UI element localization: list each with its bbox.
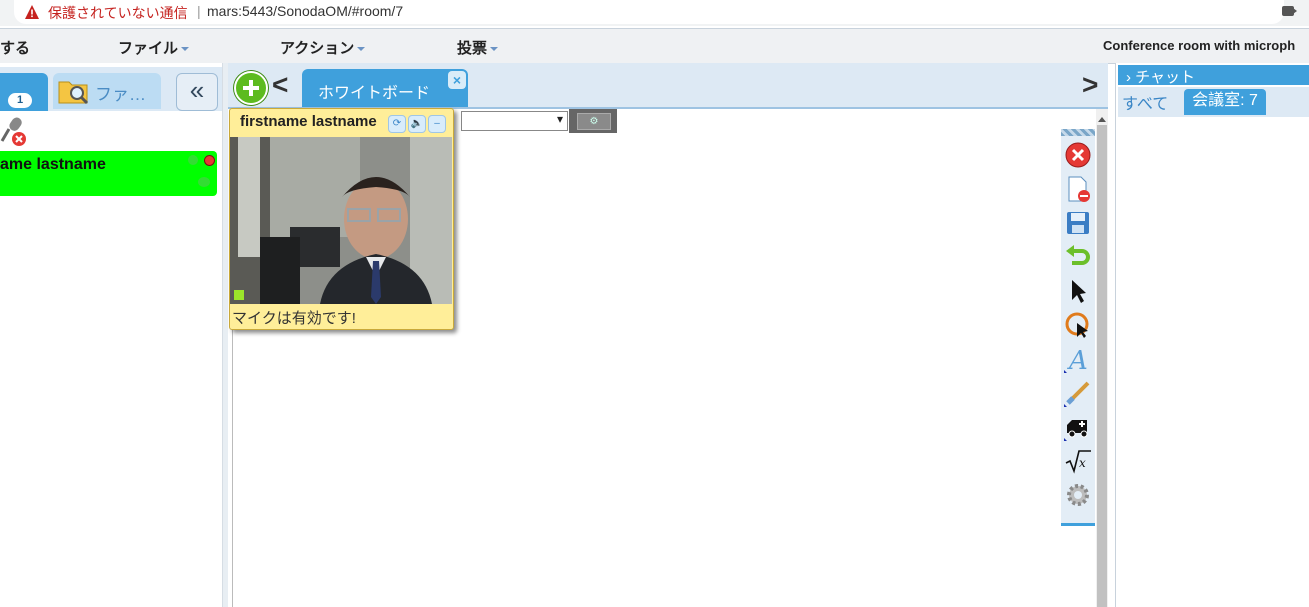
security-warning: 保護されていない通信 bbox=[48, 5, 188, 21]
refresh-video-button[interactable]: ⟳ bbox=[388, 115, 406, 133]
warning-icon[interactable] bbox=[24, 4, 40, 20]
video-window[interactable]: firstname lastname ⟳ 🔈 – マイクは有効です! bbox=[229, 108, 454, 330]
menu-file[interactable]: ファイル bbox=[118, 37, 190, 58]
whiteboard-tab-label: ホワイトボード bbox=[318, 85, 431, 102]
mic-status: マイクは有効です! bbox=[232, 310, 356, 327]
next-tab-button[interactable]: > bbox=[1082, 69, 1098, 101]
menu-bar: する ファイル アクション 投票 Conference room with mi… bbox=[0, 28, 1309, 64]
left-panel: 1 ファ… « ame lastname bbox=[0, 63, 223, 607]
volume-button[interactable]: 🔈 bbox=[408, 115, 426, 133]
tab-users[interactable]: 1 bbox=[0, 73, 48, 111]
menu-action-label: アクション bbox=[280, 40, 355, 57]
tab-files[interactable]: ファ… bbox=[53, 73, 161, 109]
pointer-circle-icon[interactable] bbox=[1064, 311, 1092, 339]
canvas-options: ⚙ bbox=[569, 109, 617, 133]
webcam-video bbox=[230, 137, 452, 304]
tab-whiteboard[interactable]: ホワイトボード bbox=[302, 69, 468, 107]
menu-file-label: ファイル bbox=[118, 40, 179, 57]
tab-chat-all[interactable]: すべて bbox=[1122, 90, 1168, 114]
chevron-down-icon bbox=[181, 47, 190, 55]
vertical-scrollbar[interactable] bbox=[1096, 109, 1108, 607]
menu-action[interactable]: アクション bbox=[280, 37, 366, 58]
files-tab-label: ファ… bbox=[95, 85, 146, 104]
settings-icon[interactable] bbox=[1064, 481, 1092, 509]
tab-chat-room[interactable]: 会議室: 7 bbox=[1184, 89, 1266, 115]
whiteboard-toolbar: A x bbox=[1061, 129, 1095, 526]
user-list-item[interactable]: ame lastname bbox=[0, 151, 217, 196]
chat-tabs: すべて 会議室: 7 bbox=[1118, 87, 1309, 117]
url-pill[interactable] bbox=[14, 0, 1284, 24]
brush-icon[interactable] bbox=[1064, 379, 1092, 407]
user-name: ame lastname bbox=[0, 156, 106, 173]
status-indicator-icon bbox=[188, 155, 198, 165]
toolbar-drag-handle[interactable] bbox=[1061, 129, 1095, 136]
menu-vote-label: 投票 bbox=[457, 40, 488, 57]
page-select[interactable] bbox=[461, 111, 568, 131]
collapse-panel-button[interactable]: « bbox=[176, 73, 218, 111]
remove-page-icon[interactable] bbox=[1064, 175, 1092, 203]
shape-icon[interactable] bbox=[1064, 413, 1092, 441]
minimize-video-button[interactable]: – bbox=[428, 115, 446, 133]
chat-panel: › チャット すべて 会議室: 7 bbox=[1115, 63, 1309, 607]
url-separator: | bbox=[197, 3, 201, 19]
svg-text:x: x bbox=[1079, 456, 1086, 470]
chat-header[interactable]: › チャット bbox=[1118, 65, 1309, 86]
add-whiteboard-button[interactable] bbox=[234, 71, 268, 105]
text-icon[interactable]: A bbox=[1064, 345, 1092, 373]
menu-vote[interactable]: 投票 bbox=[457, 37, 499, 58]
video-user-name: firstname lastname bbox=[240, 113, 377, 130]
chevron-down-icon bbox=[357, 47, 366, 55]
chat-header-label: › チャット bbox=[1126, 69, 1196, 86]
camera-icon[interactable] bbox=[1282, 6, 1297, 16]
chevron-down-icon bbox=[490, 47, 499, 55]
url-text[interactable]: mars:5443/SonodaOM/#room/7 bbox=[207, 3, 403, 19]
webcam-image bbox=[230, 137, 452, 304]
close-icon[interactable] bbox=[1064, 141, 1092, 169]
pointer-icon[interactable] bbox=[1064, 277, 1092, 305]
close-tab-button[interactable]: × bbox=[448, 71, 466, 89]
activity-indicator-icon bbox=[198, 177, 210, 187]
undo-icon[interactable] bbox=[1064, 243, 1092, 271]
mic-mute-icon[interactable] bbox=[0, 115, 30, 149]
menu-item-cut[interactable]: する bbox=[0, 37, 30, 58]
save-icon[interactable] bbox=[1064, 209, 1092, 237]
svg-text:A: A bbox=[1067, 346, 1088, 373]
room-title: Conference room with microph bbox=[1103, 38, 1296, 53]
scroll-up-icon[interactable] bbox=[1098, 113, 1106, 122]
browser-address-bar: 保護されていない通信 | mars:5443/SonodaOM/#room/7 bbox=[0, 0, 1309, 26]
scrollbar-thumb[interactable] bbox=[1097, 125, 1107, 607]
folder-search-icon bbox=[58, 81, 89, 105]
formula-icon[interactable]: x bbox=[1064, 447, 1092, 475]
canvas-settings-button[interactable]: ⚙ bbox=[577, 113, 611, 130]
record-indicator-icon bbox=[204, 155, 215, 166]
prev-tab-button[interactable]: < bbox=[272, 69, 288, 101]
users-count-badge: 1 bbox=[8, 93, 32, 108]
